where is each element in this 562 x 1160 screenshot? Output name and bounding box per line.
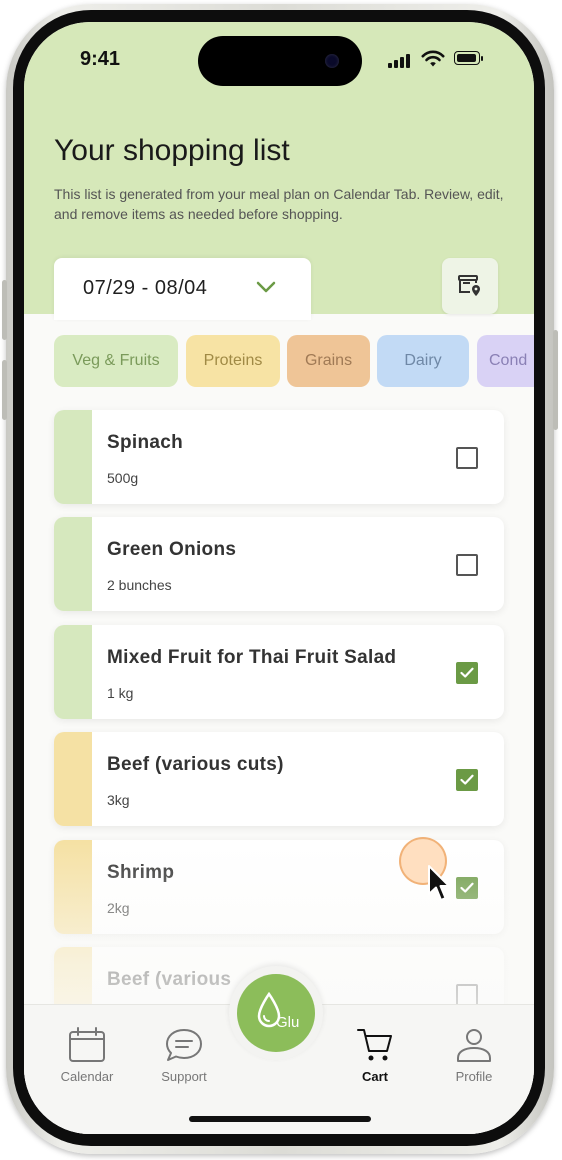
checkmark-icon	[460, 774, 474, 785]
glu-label: Glu	[276, 1014, 300, 1031]
item-name: Mixed Fruit for Thai Fruit Salad	[107, 647, 397, 668]
date-range-label: 07/29 - 08/04	[83, 277, 208, 299]
chip-proteins[interactable]: Proteins	[186, 335, 280, 387]
category-stripe	[54, 517, 92, 611]
tab-support[interactable]: Support	[139, 1027, 229, 1084]
chip-dairy[interactable]: Dairy	[377, 335, 469, 387]
tab-calendar-label: Calendar	[60, 1069, 114, 1084]
phone-screen: 9:41 Your shopping list This list is gen…	[24, 22, 534, 1134]
user-icon	[457, 1029, 491, 1062]
category-stripe	[54, 625, 92, 719]
item-checkbox[interactable]	[456, 877, 478, 899]
camera-icon	[325, 54, 339, 68]
tab-calendar[interactable]: Calendar	[42, 1027, 132, 1084]
item-quantity: 3kg	[107, 792, 130, 808]
status-time: 9:41	[80, 48, 121, 70]
date-range-dropdown[interactable]: 07/29 - 08/04	[54, 258, 311, 320]
item-checkbox[interactable]	[456, 447, 478, 469]
tab-cart-label: Cart	[361, 1069, 388, 1084]
chat-bubble-icon	[166, 1029, 202, 1061]
store-location-icon	[458, 275, 480, 296]
item-name: Green Onions	[107, 539, 237, 560]
item-checkbox[interactable]	[456, 554, 478, 576]
chip-veg-fruits[interactable]: Veg & Fruits	[54, 335, 178, 387]
item-quantity: 1 kg	[107, 685, 134, 701]
phone-side-button	[2, 360, 7, 420]
tab-profile-label: Profile	[455, 1069, 493, 1084]
mouse-pointer-icon	[428, 865, 450, 901]
page-description: This list is generated from your meal pl…	[54, 186, 504, 222]
list-item: Green Onions 2 bunches	[54, 517, 504, 611]
chevron-down-icon	[256, 281, 276, 293]
list-item: Spinach 500g	[54, 410, 504, 504]
item-quantity: 500g	[107, 470, 139, 486]
tab-cart[interactable]: Cart	[330, 1027, 420, 1084]
item-name: Beef (various cuts)	[107, 754, 284, 775]
category-filter-bar: Veg & Fruits Proteins Grains Dairy Cond	[54, 335, 534, 389]
category-stripe	[54, 840, 92, 934]
item-checkbox[interactable]	[456, 984, 478, 1006]
item-checkbox[interactable]	[456, 769, 478, 791]
calendar-icon	[69, 1027, 105, 1062]
item-quantity: 2kg	[107, 900, 130, 916]
store-location-button[interactable]	[442, 258, 498, 314]
category-stripe	[54, 410, 92, 504]
page-title: Your shopping list	[54, 134, 290, 167]
checkmark-icon	[460, 667, 474, 678]
tab-profile[interactable]: Profile	[429, 1027, 519, 1084]
signal-icon	[388, 52, 414, 68]
cart-icon	[357, 1029, 392, 1061]
checkmark-icon	[460, 882, 474, 893]
tab-support-label: Support	[161, 1069, 207, 1084]
phone-side-button	[2, 280, 7, 340]
chip-grains[interactable]: Grains	[287, 335, 370, 387]
glu-button-container: Glu	[229, 966, 323, 1060]
item-checkbox[interactable]	[456, 662, 478, 684]
category-stripe	[54, 732, 92, 826]
phone-side-button	[553, 330, 558, 430]
home-indicator	[189, 1116, 371, 1122]
item-name: Shrimp	[107, 862, 175, 883]
list-item: Mixed Fruit for Thai Fruit Salad 1 kg	[54, 625, 504, 719]
item-name: Spinach	[107, 432, 184, 453]
wifi-icon	[421, 50, 445, 67]
chip-condiments[interactable]: Cond	[477, 335, 534, 387]
dynamic-island	[198, 36, 362, 86]
list-item: Beef (various cuts) 3kg	[54, 732, 504, 826]
battery-icon	[454, 51, 483, 65]
glu-button[interactable]: Glu	[237, 974, 315, 1052]
item-quantity: 2 bunches	[107, 577, 172, 593]
item-name: Beef (various	[107, 969, 232, 990]
